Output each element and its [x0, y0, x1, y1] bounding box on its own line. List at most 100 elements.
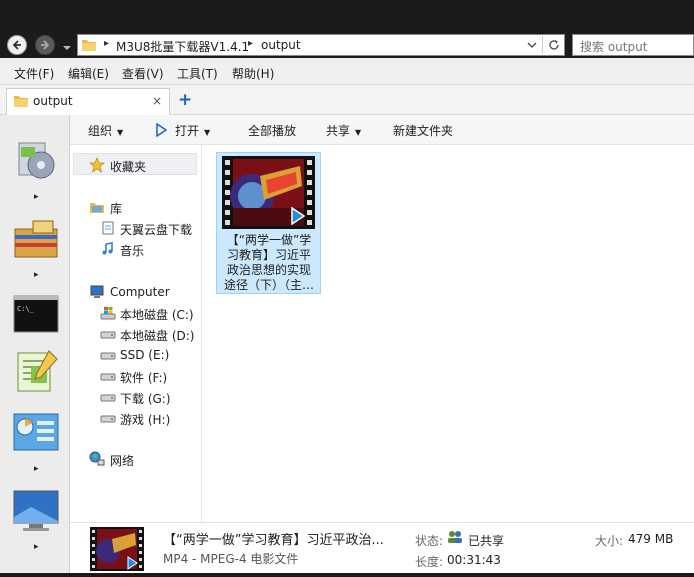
refresh-button[interactable] — [542, 36, 562, 54]
breadcrumb-separator[interactable]: ▸ — [104, 38, 109, 49]
drive-icon — [100, 394, 116, 402]
nav-drive-e[interactable]: SSD (E:) — [70, 345, 200, 365]
dock-expand-arrow[interactable]: ▸ — [34, 192, 39, 202]
tab-bar: output × + — [0, 85, 694, 115]
chevron-down-icon — [63, 46, 71, 50]
address-row: ▸ M3U8批量下载器V1.4.1 ▸ output 搜索 output — [0, 32, 694, 58]
menu-bar: 文件(F) 编辑(E) 查看(V) 工具(T) 帮助(H) — [0, 58, 694, 85]
command-bar: 组织 ▼ 打开 ▼ 全部播放 共享 ▼ 新建文件夹 — [70, 115, 694, 145]
search-input[interactable]: 搜索 output — [572, 34, 694, 56]
video-thumbnail-icon — [90, 527, 144, 571]
svg-text:C:\_: C:\_ — [17, 305, 35, 313]
nav-network-label: 网络 — [110, 454, 135, 468]
nav-library-music-label: 音乐 — [120, 244, 145, 258]
open-label: 打开 — [175, 124, 200, 138]
file-name-line: 习教育】习近平 — [226, 248, 311, 262]
back-button[interactable] — [7, 35, 27, 55]
terminal-icon[interactable]: C:\_ — [11, 291, 61, 341]
caret-down-icon: ▼ — [355, 128, 362, 137]
share-label: 共享 — [326, 124, 351, 138]
play-all-button[interactable]: 全部播放 — [248, 122, 296, 139]
monitor-icon[interactable] — [11, 487, 61, 537]
status-label: 状态: — [415, 534, 444, 548]
caret-down-icon: ▼ — [117, 128, 124, 137]
title-bar — [0, 0, 694, 32]
video-thumbnail-icon — [222, 156, 315, 229]
caret-down-icon: ▼ — [204, 128, 211, 137]
open-button[interactable]: 打开 ▼ — [155, 122, 210, 139]
length-label: 长度: — [415, 555, 444, 569]
dock-expand-arrow[interactable]: ▸ — [34, 464, 39, 474]
archive-icon[interactable] — [11, 213, 61, 263]
dock-expand-arrow[interactable]: ▸ — [34, 542, 39, 552]
bottom-edge — [0, 573, 694, 577]
breadcrumb-separator[interactable]: ▸ — [248, 38, 253, 49]
nav-libraries[interactable]: 库 — [70, 197, 200, 217]
nav-network[interactable]: 网络 — [70, 449, 200, 469]
nav-drive-d[interactable]: 本地磁盘 (D:) — [70, 324, 200, 344]
nav-library-music[interactable]: 音乐 — [70, 239, 200, 259]
breadcrumb-app-folder[interactable]: M3U8批量下载器V1.4.1 — [116, 38, 249, 55]
menu-help[interactable]: 帮助(H) — [232, 65, 274, 82]
new-folder-button[interactable]: 新建文件夹 — [393, 122, 453, 139]
shared-users-icon — [448, 531, 462, 543]
menu-tools[interactable]: 工具(T) — [177, 65, 218, 82]
tab-label: output — [33, 94, 73, 108]
tab-close-button[interactable]: × — [152, 94, 162, 108]
forward-button[interactable] — [35, 35, 55, 55]
new-tab-button[interactable]: + — [178, 90, 192, 110]
file-item-video[interactable]: 【“两学一做”学 习教育】习近平 政治思想的实现 途径（下）（主… — [216, 152, 321, 294]
file-list: 【“两学一做”学 习教育】习近平 政治思想的实现 途径（下）（主… — [203, 145, 694, 522]
tab-output[interactable]: output × — [6, 88, 170, 115]
nav-drive-g-label: 下载 (G:) — [120, 392, 171, 406]
breadcrumb-output[interactable]: output — [261, 38, 301, 52]
dock-expand-arrow[interactable]: ▸ — [34, 270, 39, 280]
nav-drive-f-label: 软件 (F:) — [120, 371, 168, 385]
app-dock: ▸ ▸ C:\_ ▸ ▸ — [0, 115, 70, 577]
nav-drive-c[interactable]: 本地磁盘 (C:) — [70, 303, 200, 323]
nav-computer-label: Computer — [110, 285, 170, 299]
nav-drive-e-label: SSD (E:) — [120, 348, 170, 362]
organize-label: 组织 — [88, 124, 113, 138]
nav-computer[interactable]: Computer — [70, 282, 200, 302]
nav-drive-h-label: 游戏 (H:) — [120, 413, 171, 427]
nav-favorites[interactable]: 收藏夹 — [70, 155, 200, 175]
nav-drive-h[interactable]: 游戏 (H:) — [70, 408, 200, 428]
arrow-left-icon — [12, 40, 21, 50]
nav-library-tianyi-label: 天翼云盘下载 — [120, 223, 193, 237]
navigation-pane: 收藏夹 库 天翼云盘下载 音乐 Computer 本地磁盘 (C:) 本地磁盘 … — [70, 145, 202, 522]
organize-button[interactable]: 组织 ▼ — [88, 122, 123, 139]
share-button[interactable]: 共享 ▼ — [326, 122, 361, 139]
network-icon — [89, 451, 105, 466]
nav-libraries-label: 库 — [110, 202, 123, 216]
details-type: MP4 - MPEG-4 电影文件 — [163, 552, 299, 566]
details-pane: 【“两学一做”学习教育】习近平政治... MP4 - MPEG-4 电影文件 状… — [70, 522, 694, 577]
document-library-icon — [102, 221, 114, 235]
address-bar[interactable]: ▸ M3U8批量下载器V1.4.1 ▸ output — [77, 34, 565, 56]
details-title: 【“两学一做”学习教育】习近平政治... — [163, 533, 384, 548]
chevron-down-icon[interactable] — [526, 39, 538, 51]
nav-favorites-label: 收藏夹 — [110, 160, 147, 174]
file-name-line: 【“两学一做”学 — [226, 233, 312, 247]
drive-icon — [100, 373, 116, 381]
music-icon — [102, 242, 113, 255]
menu-view[interactable]: 查看(V) — [122, 65, 164, 82]
nav-drive-g[interactable]: 下载 (G:) — [70, 387, 200, 407]
menu-file[interactable]: 文件(F) — [14, 65, 54, 82]
menu-edit[interactable]: 编辑(E) — [68, 65, 109, 82]
notepad-icon[interactable] — [11, 347, 61, 397]
library-icon — [90, 203, 104, 213]
play-icon — [156, 122, 168, 138]
refresh-icon — [549, 40, 559, 50]
control-panel-icon[interactable] — [11, 409, 61, 459]
file-name-line: 途径（下）（主… — [223, 278, 314, 292]
nav-drive-f[interactable]: 软件 (F:) — [70, 366, 200, 386]
search-placeholder: 搜索 output — [580, 40, 648, 54]
recent-locations-button[interactable] — [62, 41, 72, 50]
media-player-icon[interactable] — [11, 135, 61, 185]
nav-drive-c-label: 本地磁盘 (C:) — [120, 308, 194, 322]
drive-icon — [100, 352, 116, 360]
nav-library-tianyi[interactable]: 天翼云盘下载 — [70, 218, 200, 238]
folder-icon — [82, 40, 96, 51]
size-label: 大小: — [595, 534, 624, 548]
